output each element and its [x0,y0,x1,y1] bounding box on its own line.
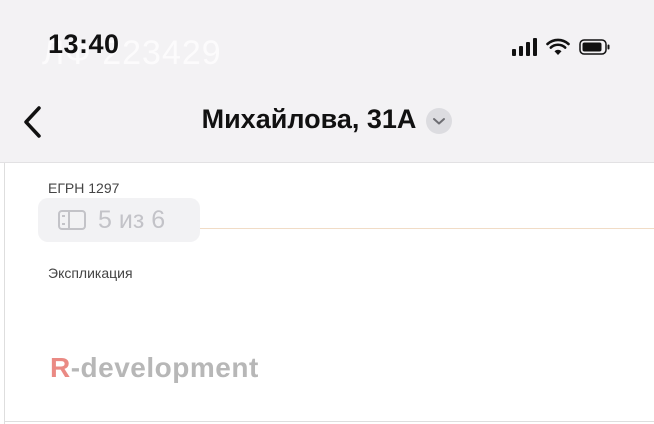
content-border [4,163,5,424]
signal-icon [512,38,537,56]
status-time: 13:40 [48,29,120,59]
nav-title-selector[interactable]: Михайлова, 31А [0,104,654,135]
brand-logo: R-development [50,352,259,384]
document-label-egrn[interactable]: ЕГРН 1297 [48,180,119,196]
battery-icon [579,39,610,55]
wifi-icon [546,38,570,55]
header: ЛФ 223429 13:40 Михайлова, 31А [0,0,654,163]
chevron-down-icon [433,118,446,125]
status-icons [512,36,611,58]
divider [200,228,654,229]
bottom-divider [4,421,654,422]
document-label-explication[interactable]: Экспликация [48,265,133,281]
brand-logo-text: -development [70,352,259,383]
pages-icon [58,210,86,230]
page-title: Михайлова, 31А [201,104,417,134]
brand-logo-r: R [50,352,71,383]
page-counter-text: 5 из 6 [98,205,166,234]
dropdown-toggle[interactable] [426,108,453,134]
page-counter: 5 из 6 [38,198,200,242]
